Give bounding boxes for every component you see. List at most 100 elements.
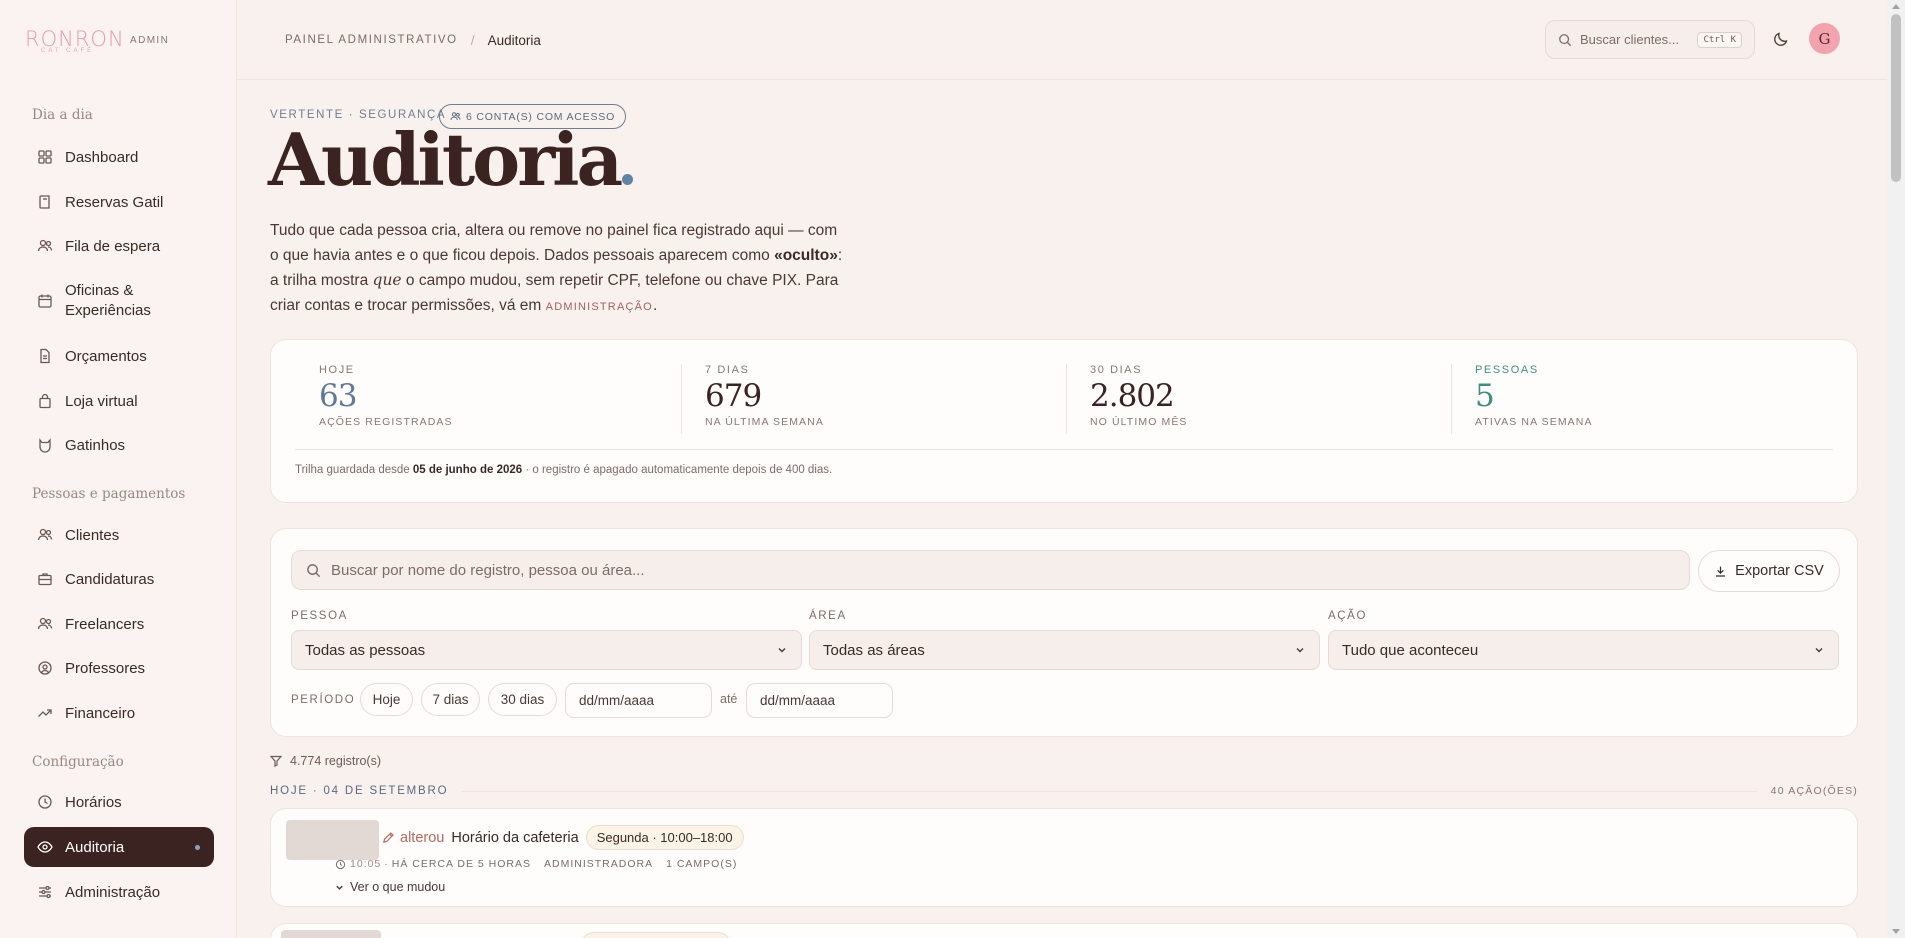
sidebar-item-fila[interactable]: Fila de espera: [24, 226, 214, 266]
entry-summary: alterou Horário da cafeteria Segunda · 1…: [382, 825, 744, 850]
chevron-down-icon: [778, 648, 786, 653]
sidebar-item-oficinas[interactable]: Oficinas & Experiências: [24, 277, 214, 325]
period-chip-7-days[interactable]: 7 dias: [421, 683, 480, 716]
day-group-label: HOJE · 04 DE SETEMBRO: [270, 785, 449, 797]
stat-label: 7 DIAS: [705, 364, 750, 376]
period-label: PERÍODO: [291, 694, 356, 706]
trend-icon: [37, 705, 53, 721]
entry-value-chip: [581, 932, 731, 938]
stat-sub: AÇÕES REGISTRADAS: [319, 416, 453, 428]
sidebar-item-label: Loja virtual: [65, 392, 138, 410]
period-chip-30-days[interactable]: 30 dias: [488, 683, 557, 716]
filter-icon: [270, 755, 282, 767]
users-icon: [37, 238, 53, 254]
entry-avatar-placeholder: [281, 930, 381, 938]
stat-label: 30 DIAS: [1090, 364, 1143, 376]
stat-divider: [1066, 364, 1067, 434]
chevron-down-icon: [1296, 648, 1304, 653]
scroll-thumb[interactable]: [1891, 14, 1901, 182]
area-select[interactable]: Todas as áreas: [809, 630, 1320, 670]
retention-text-1: Trilha guardada desde: [295, 464, 413, 476]
book-icon: [37, 194, 53, 210]
stat-value: 63: [319, 378, 357, 414]
file-icon: [37, 348, 53, 364]
action-select[interactable]: Tudo que aconteceu: [1328, 630, 1839, 670]
stat-value: 2.802: [1090, 378, 1175, 414]
audit-search-input[interactable]: Buscar por nome do registro, pessoa ou á…: [291, 550, 1690, 590]
result-count: 4.774 registro(s): [270, 754, 381, 768]
sidebar-item-label: Financeiro: [65, 704, 136, 722]
brand-logo[interactable]: RONRON CAT CAFÉ: [25, 27, 125, 54]
sidebar-item-loja[interactable]: Loja virtual: [24, 381, 214, 421]
entry-time: 10:05: [350, 858, 382, 870]
person-select[interactable]: Todas as pessoas: [291, 630, 802, 670]
sidebar-item-auditoria[interactable]: Auditoria: [24, 827, 214, 867]
sidebar-item-professores[interactable]: Professores: [24, 648, 214, 688]
stat-sub: NA ÚLTIMA SEMANA: [705, 416, 824, 428]
pencil-icon: [383, 832, 394, 843]
day-group-line: [462, 790, 1757, 792]
sidebar-item-label: Orçamentos: [65, 347, 147, 365]
period-chip-today[interactable]: Hoje: [360, 683, 413, 716]
page-title-text: Auditoria: [268, 117, 623, 202]
stat-value: 679: [705, 378, 762, 414]
shortcut-hint: Ctrl K: [1697, 31, 1742, 48]
scroll-down-arrow[interactable]: [1892, 929, 1900, 934]
topbar: PAINEL ADMINISTRATIVO / Auditoria Buscar…: [237, 0, 1887, 80]
cat-icon: [37, 437, 53, 453]
sidebar-item-administracao[interactable]: Administração: [24, 872, 214, 912]
sidebar-item-orcamentos[interactable]: Orçamentos: [24, 336, 214, 376]
intro-bold: «oculto»: [774, 246, 838, 264]
intro-text-1: Tudo que cada pessoa cria, altera ou rem…: [270, 222, 838, 264]
sidebar-item-reservas[interactable]: Reservas Gatil: [24, 182, 214, 222]
users-icon: [37, 616, 53, 632]
search-icon: [307, 563, 321, 577]
area-filter-label: ÁREA: [809, 610, 847, 622]
audit-entry[interactable]: alterou Horário da cafeteria Segunda · 1…: [270, 808, 1858, 907]
avatar[interactable]: G: [1809, 23, 1840, 54]
date-from-input[interactable]: dd/mm/aaaa: [565, 683, 712, 718]
filter-card: Buscar por nome do registro, pessoa ou á…: [270, 528, 1858, 737]
page-scrollbar[interactable]: [1887, 0, 1905, 938]
stat-sub: NO ÚLTIMO MÊS: [1090, 416, 1188, 428]
intro-end: .: [652, 296, 658, 314]
sidebar-item-dashboard[interactable]: Dashboard: [24, 137, 214, 177]
day-group-count: 40 AÇÃO(ÕES): [1770, 785, 1858, 797]
users-icon: [37, 527, 53, 543]
scroll-up-arrow[interactable]: [1892, 4, 1900, 9]
stat-people: PESSOAS 5 ATIVAS NA SEMANA: [1475, 364, 1593, 428]
stat-30-days: 30 DIAS 2.802 NO ÚLTIMO MÊS: [1090, 364, 1188, 428]
stat-7-days: 7 DIAS 679 NA ÚLTIMA SEMANA: [705, 364, 824, 428]
breadcrumb-root[interactable]: PAINEL ADMINISTRATIVO: [285, 34, 458, 46]
administracao-link[interactable]: ADMINISTRAÇÃO: [546, 301, 653, 313]
client-search-input[interactable]: Buscar clientes... Ctrl K: [1545, 20, 1755, 59]
action-select-value: Tudo que aconteceu: [1342, 641, 1479, 659]
sidebar-item-label: Fila de espera: [65, 237, 161, 255]
sidebar-item-label: Horários: [65, 793, 122, 811]
sidebar-item-financeiro[interactable]: Financeiro: [24, 693, 214, 733]
audit-search-placeholder: Buscar por nome do registro, pessoa ou á…: [331, 561, 645, 579]
briefcase-icon: [37, 571, 53, 587]
stat-divider: [1451, 364, 1452, 434]
stats-card: HOJE 63 AÇÕES REGISTRADAS 7 DIAS 679 NA …: [270, 339, 1858, 503]
sidebar-item-horarios[interactable]: Horários: [24, 782, 214, 822]
search-icon: [1559, 33, 1572, 46]
show-changes-toggle[interactable]: Ver o que mudou: [334, 880, 445, 894]
result-count-text: 4.774 registro(s): [290, 754, 382, 768]
sidebar-item-clientes[interactable]: Clientes: [24, 515, 214, 555]
export-csv-button[interactable]: Exportar CSV: [1698, 550, 1840, 592]
date-range-separator: até: [720, 692, 738, 706]
clock-icon: [37, 794, 53, 810]
sidebar-item-freelancers[interactable]: Freelancers: [24, 604, 214, 644]
sidebar-item-gatinhos[interactable]: Gatinhos: [24, 425, 214, 465]
moon-icon[interactable]: [1773, 31, 1789, 47]
audit-entry[interactable]: [270, 923, 1858, 938]
date-to-input[interactable]: dd/mm/aaaa: [746, 683, 893, 718]
sidebar-item-label: Candidaturas: [65, 570, 155, 588]
grid-icon: [37, 149, 53, 165]
sidebar-item-candidaturas[interactable]: Candidaturas: [24, 559, 214, 599]
retention-date: 05 de junho de 2026: [412, 464, 523, 476]
area-select-value: Todas as áreas: [823, 641, 925, 659]
entry-avatar-placeholder: [286, 820, 379, 860]
page-title: Auditoria: [268, 117, 634, 202]
